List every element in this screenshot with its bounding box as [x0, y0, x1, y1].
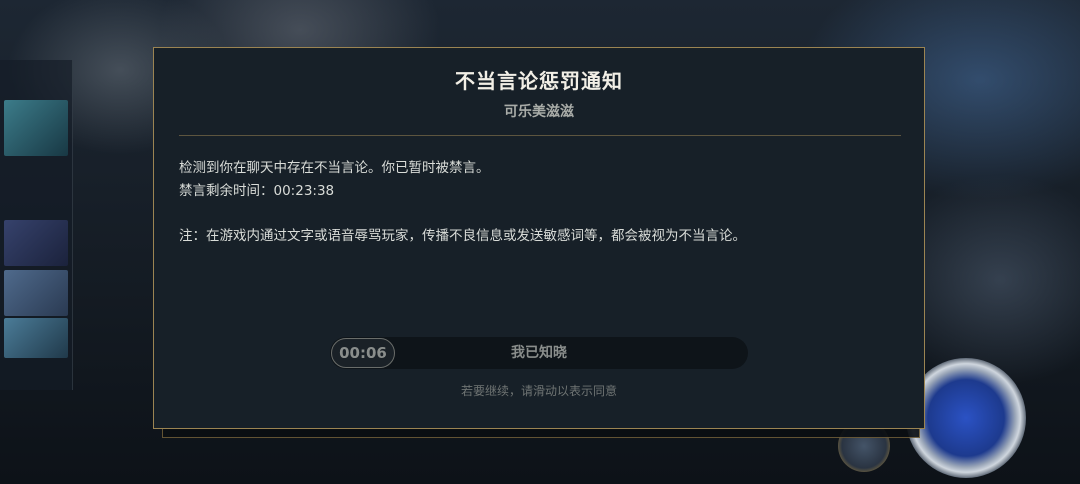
divider: [179, 135, 901, 136]
penalty-notice-dialog: 不当言论惩罚通知 可乐美滋滋 检测到你在聊天中存在不当言论。你已暂时被禁言。 禁…: [153, 47, 925, 429]
policy-note: 注：在游戏内通过文字或语音辱骂玩家，传播不良信息或发送敏感词等，都会被视为不当言…: [179, 228, 746, 244]
mute-remaining-time: 禁言剩余时间：00:23:38: [179, 183, 335, 199]
side-thumbnail: [4, 318, 68, 358]
side-thumbnail: [4, 270, 68, 316]
slide-hint: 若要继续，请滑动以表示同意: [460, 384, 617, 398]
side-panel: [0, 60, 73, 390]
player-name: 可乐美滋滋: [504, 104, 574, 120]
side-thumbnail: [4, 220, 68, 266]
acknowledge-slider[interactable]: 我已知晓 00:06: [330, 337, 748, 369]
slider-countdown-knob[interactable]: 00:06: [331, 338, 395, 368]
side-thumbnail: [4, 100, 68, 156]
mute-message: 检测到你在聊天中存在不当言论。你已暂时被禁言。: [179, 160, 490, 176]
dialog-title: 不当言论惩罚通知: [455, 69, 623, 93]
